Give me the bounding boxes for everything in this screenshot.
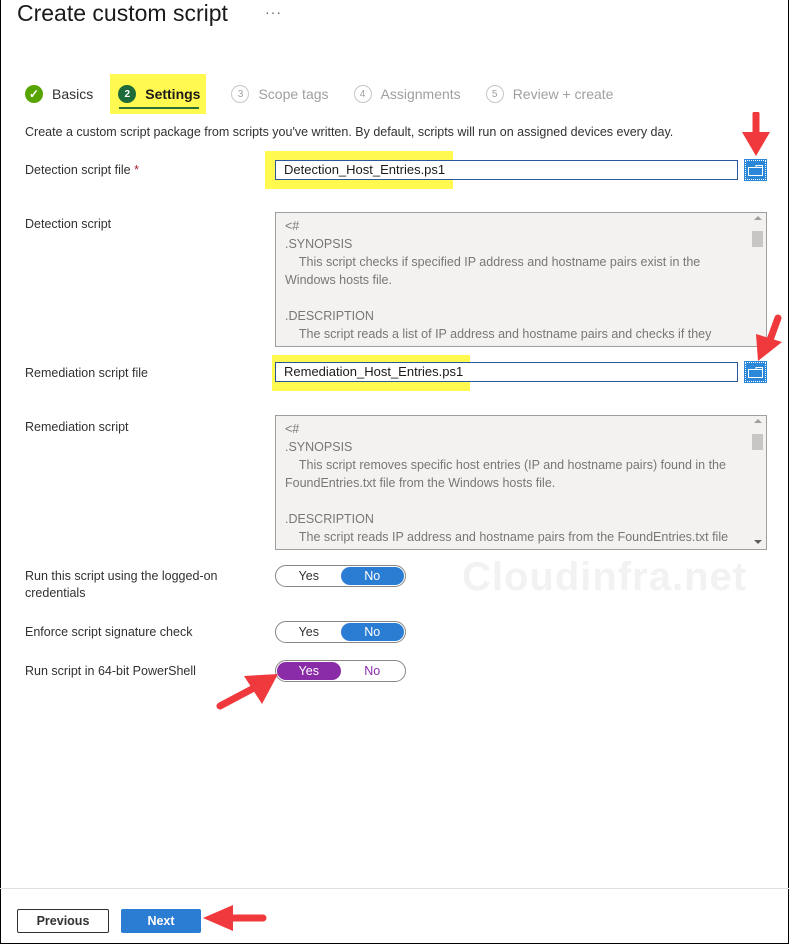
toggle-no[interactable]: No [340, 623, 404, 641]
remediation-script-label: Remediation script [25, 420, 129, 434]
detection-script-textarea[interactable]: <# .SYNOPSIS This script checks if speci… [275, 212, 767, 347]
next-button[interactable]: Next [121, 909, 201, 933]
logged-on-credentials-toggle[interactable]: Yes No [275, 565, 406, 587]
remediation-file-value: Remediation_Host_Entries.ps1 [284, 364, 464, 379]
detection-file-value: Detection_Host_Entries.ps1 [284, 162, 446, 177]
step-label: Scope tags [258, 86, 329, 102]
previous-button[interactable]: Previous [17, 909, 109, 933]
remediation-browse-button[interactable] [744, 361, 767, 383]
check-icon: ✓ [25, 85, 43, 103]
folder-icon [748, 164, 763, 176]
page-title: Create custom script [17, 0, 228, 26]
scrollbar[interactable] [749, 416, 766, 549]
step-number-icon: 5 [485, 85, 504, 103]
footer-divider [0, 888, 789, 889]
scroll-thumb[interactable] [752, 231, 763, 247]
tab-basics[interactable]: ✓ Basics [25, 80, 93, 108]
remediation-script-content: <# .SYNOPSIS This script removes specifi… [285, 422, 729, 544]
scroll-up-icon[interactable] [754, 419, 762, 423]
annotation-arrow-icon [756, 314, 782, 361]
scroll-up-icon[interactable] [754, 216, 762, 220]
step-label: Settings [145, 86, 201, 102]
step-number-icon: 4 [353, 85, 372, 103]
scroll-down-icon[interactable] [754, 540, 762, 544]
annotation-arrow-icon [203, 905, 267, 931]
required-mark: * [134, 163, 139, 177]
step-label: Review + create [512, 86, 614, 102]
detection-script-content: <# .SYNOPSIS This script checks if speci… [285, 219, 712, 341]
64bit-powershell-label: Run script in 64-bit PowerShell [25, 664, 196, 678]
watermark: Cloudinfra.net [462, 555, 748, 599]
toggle-yes[interactable]: Yes [277, 662, 341, 680]
scroll-thumb[interactable] [752, 434, 763, 450]
detection-browse-button[interactable] [744, 159, 767, 181]
annotation-arrow-icon [216, 674, 278, 710]
toggle-yes[interactable]: Yes [277, 623, 341, 641]
logged-on-credentials-label: Run this script using the logged-on cred… [25, 569, 218, 600]
more-options-button[interactable]: ··· [265, 4, 282, 20]
signature-check-toggle[interactable]: Yes No [275, 621, 406, 643]
wizard-steps: ✓ Basics 2 Settings 3 Scope tags 4 Assig… [25, 74, 638, 114]
tab-review-create[interactable]: 5 Review + create [485, 80, 614, 108]
folder-icon [748, 366, 763, 378]
toggle-no[interactable]: No [341, 662, 405, 680]
tab-scope-tags[interactable]: 3 Scope tags [231, 80, 329, 108]
tab-settings[interactable]: 2 Settings [110, 74, 207, 114]
form-description: Create a custom script package from scri… [25, 125, 674, 139]
remediation-script-textarea[interactable]: <# .SYNOPSIS This script removes specifi… [275, 415, 767, 550]
detection-script-label: Detection script [25, 217, 112, 231]
step-label: Assignments [380, 86, 461, 102]
tab-assignments[interactable]: 4 Assignments [353, 80, 461, 108]
step-label: Basics [52, 86, 94, 102]
step-number-icon: 2 [118, 85, 137, 103]
step-number-icon: 3 [231, 85, 250, 103]
toggle-yes[interactable]: Yes [277, 567, 341, 585]
64bit-powershell-toggle[interactable]: Yes No [275, 660, 406, 682]
detection-file-label-text: Detection script file [25, 163, 131, 177]
remediation-file-label: Remediation script file [25, 366, 148, 380]
toggle-no[interactable]: No [340, 567, 404, 585]
signature-check-label: Enforce script signature check [25, 625, 193, 639]
annotation-arrow-icon [742, 112, 770, 156]
detection-file-label: Detection script file * [25, 162, 139, 179]
